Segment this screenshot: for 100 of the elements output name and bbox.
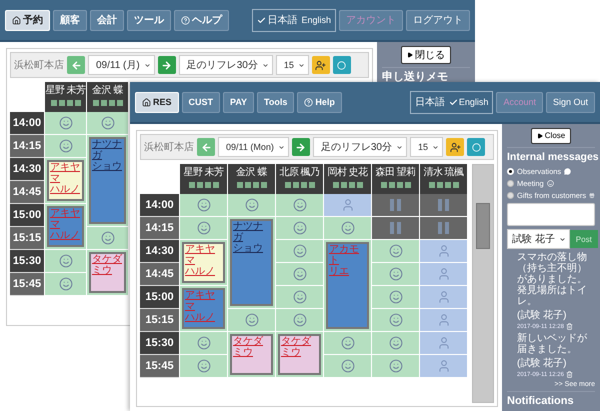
caret-icon [396,144,403,150]
logout-button[interactable]: Sign Out [546,92,595,112]
person-icon[interactable] [436,359,450,373]
trash-icon[interactable] [566,323,573,330]
customer-name[interactable]: タケダ [92,254,122,265]
smiley-icon[interactable] [388,290,402,304]
trash-icon[interactable] [566,371,573,378]
next-day-button[interactable] [292,138,310,156]
customer-name[interactable]: タケダ [281,336,311,347]
smiley-icon[interactable] [100,231,114,245]
smiley-icon[interactable] [196,198,210,212]
post-button[interactable]: Post [570,230,598,248]
language-option[interactable]: 日本語 [257,13,298,27]
customer-name[interactable]: ショウ [92,161,122,172]
nav-tab[interactable]: CUST [182,92,220,112]
customer-name[interactable]: アキヤマ [50,162,81,184]
smiley-icon[interactable] [58,277,72,291]
person-icon[interactable] [436,313,450,327]
interval-select[interactable]: 15 [410,137,443,157]
previous-day-button[interactable] [67,56,85,74]
date-select[interactable]: 09/11 (月) [88,55,155,75]
customer-name[interactable]: ハルノ [185,266,215,277]
nav-tab[interactable]: PAY [223,92,254,112]
nav-tab[interactable]: 予約 [5,10,50,30]
person-icon[interactable] [436,267,450,281]
close-button[interactable]: Close [530,128,572,144]
smiley-icon[interactable] [292,290,306,304]
smiley-icon[interactable] [292,221,306,235]
smiley-icon[interactable] [388,244,402,258]
nav-tab[interactable]: RES [135,92,179,112]
smiley-icon[interactable] [196,336,210,350]
circle-icon [337,60,346,70]
language-option[interactable]: English [448,97,488,107]
customer-name[interactable]: ショウ [233,243,263,254]
smiley-icon[interactable] [388,336,402,350]
scrollbar[interactable] [472,164,494,403]
smiley-icon[interactable] [388,359,402,373]
nav-tab[interactable]: Tools [257,92,294,112]
customer-name[interactable]: ナツナガ [92,139,123,161]
person-icon[interactable] [436,244,450,258]
staff-header: 金沢 蝶 [227,164,275,194]
person-icon[interactable] [436,336,450,350]
customer-name[interactable]: タケダ [233,336,263,347]
previous-day-button[interactable] [197,138,215,156]
smiley-icon[interactable] [244,313,258,327]
menu-select[interactable]: 足のリフレ30分 [312,137,407,157]
customer-name[interactable]: ミウ [92,265,112,276]
smiley-icon[interactable] [58,116,72,130]
smiley-icon[interactable] [340,221,354,235]
time-label: 15:00 [140,286,179,309]
tag-icon [380,182,410,188]
time-label: 14:15 [140,217,179,240]
smiley-icon[interactable] [292,198,306,212]
add-customer-button[interactable] [446,138,464,156]
smiley-icon[interactable] [388,313,402,327]
nav-tab[interactable]: ヘルプ [174,10,229,30]
smiley-icon[interactable] [58,139,72,153]
appointment-card[interactable]: タケダ ミウ [89,252,126,293]
next-day-button[interactable] [158,56,176,74]
nav-tab[interactable]: 顧客 [53,10,87,30]
smiley-icon[interactable] [292,244,306,258]
smiley-icon[interactable] [58,254,72,268]
menu-select[interactable]: 足のリフレ30分 [178,55,273,75]
nav-tab[interactable]: 会計 [90,10,124,30]
customer-name[interactable]: ミウ [233,347,253,358]
author-select[interactable]: 試験 花子 [507,229,570,249]
nav-tab[interactable]: ツール [127,10,171,30]
appointment-card[interactable]: タケダ ミウ [278,334,321,375]
time-label: 15:00 [10,204,44,227]
customer-name[interactable]: ナツナガ [233,221,270,243]
smiley-icon[interactable] [340,336,354,350]
customer-name[interactable]: アキヤマ [185,244,222,266]
smiley-icon[interactable] [244,198,258,212]
smiley-icon[interactable] [340,359,354,373]
appointment-card[interactable]: タケダ ミウ [230,334,273,375]
nav-tab[interactable]: Help [297,92,342,112]
close-button[interactable]: 閉じる [401,46,451,64]
appointment-card[interactable]: アキヤマ ハルノ [182,242,225,283]
tag-icon [50,100,80,106]
appointment-card[interactable]: ナツナガ ショウ [89,137,126,224]
customer-name[interactable]: ハルノ [50,184,80,195]
interval-select[interactable]: 15 [276,55,309,75]
smiley-icon[interactable] [100,116,114,130]
language-option[interactable]: English [301,15,331,25]
person-icon[interactable] [340,198,354,212]
message-field[interactable] [507,202,595,226]
smiley-icon[interactable] [292,313,306,327]
add-customer-button[interactable] [312,56,330,74]
person-icon[interactable] [436,290,450,304]
smiley-icon[interactable] [196,359,210,373]
customer-name[interactable]: ミウ [281,347,301,358]
staff-header: 清水 琉楓 [419,164,467,194]
date-select[interactable]: 09/11 (Mon) [218,137,289,157]
language-option[interactable]: 日本語 [414,95,445,109]
smiley-icon[interactable] [292,267,306,281]
logout-button[interactable]: ログアウト [406,10,470,30]
appointment-card[interactable]: ナツナガ ショウ [230,219,273,306]
smiley-icon[interactable] [388,267,402,281]
smiley-icon[interactable] [196,221,210,235]
appointment-card[interactable]: アキヤマ ハルノ [47,160,84,201]
